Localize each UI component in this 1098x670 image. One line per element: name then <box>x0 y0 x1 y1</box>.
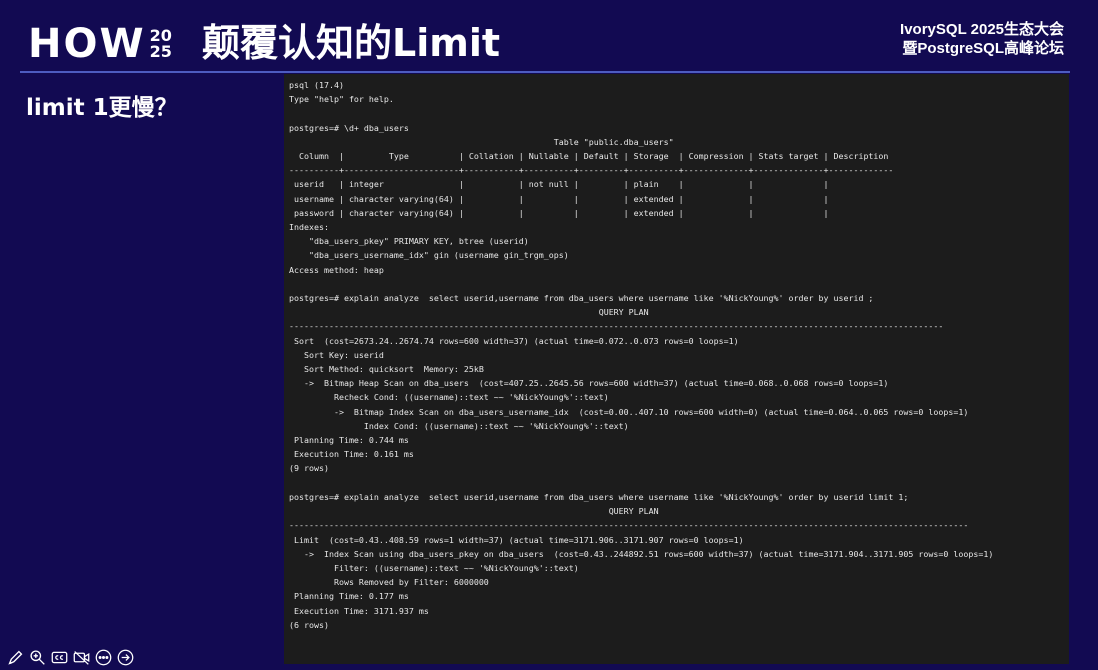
terminal-line: Execution Time: 0.161 ms <box>289 449 414 460</box>
terminal-line: username | character varying(64) | | | |… <box>289 193 829 204</box>
logo: HOW 20 25 <box>28 24 172 64</box>
terminal-line: ----------+-----------------------+-----… <box>289 165 894 176</box>
header-divider <box>20 71 1070 73</box>
terminal-line: psql (17.4) <box>289 80 344 90</box>
terminal-line: (6 rows) <box>289 619 329 630</box>
terminal-line: password | character varying(64) | | | |… <box>289 207 829 218</box>
video-icon[interactable] <box>72 648 90 666</box>
event-name-line2: 暨PostgreSQL高峰论坛 <box>902 40 1064 57</box>
next-icon[interactable] <box>116 648 134 666</box>
terminal-line: Planning Time: 0.177 ms <box>289 591 409 602</box>
logo-year: 20 25 <box>150 28 172 60</box>
terminal-line: QUERY PLAN <box>289 307 649 318</box>
terminal-line: Type "help" for help. <box>289 94 394 105</box>
terminal-line: -> Bitmap Index Scan on dba_users_userna… <box>289 406 969 417</box>
terminal-line: Rows Removed by Filter: 6000000 <box>289 577 489 588</box>
terminal-line: "dba_users_username_idx" gin (username g… <box>289 250 569 261</box>
pen-icon[interactable] <box>6 648 24 666</box>
zoom-icon[interactable] <box>28 648 46 666</box>
terminal-line: Planning Time: 0.744 ms <box>289 435 409 446</box>
terminal-line: ----------------------------------------… <box>289 520 969 531</box>
terminal-line: Access method: heap <box>289 264 384 275</box>
more-icon[interactable] <box>94 648 112 666</box>
terminal-line: (9 rows) <box>289 463 329 474</box>
event-name-line1: IvorySQL 2025生态大会 <box>900 21 1064 38</box>
slide-question: limit 1更慢？ <box>26 95 178 121</box>
terminal-line: Sort (cost=2673.24..2674.74 rows=600 wid… <box>289 335 739 346</box>
terminal-line: Sort Key: userid <box>289 349 384 360</box>
terminal-line: postgres=# explain analyze select userid… <box>289 491 909 502</box>
captions-icon[interactable] <box>50 648 68 666</box>
terminal-line: Recheck Cond: ((username)::text ~~ '%Nic… <box>289 392 609 403</box>
terminal-line: ----------------------------------------… <box>289 321 944 332</box>
terminal-line: Table "public.dba_users" <box>289 136 674 147</box>
terminal-line: Filter: ((username)::text ~~ '%NickYoung… <box>289 562 579 573</box>
presentation-toolbar <box>6 648 134 666</box>
terminal-line: postgres=# <box>289 660 1069 664</box>
terminal-line: Execution Time: 3171.937 ms <box>289 605 429 616</box>
terminal-line: userid | integer | | not null | | plain … <box>289 179 829 190</box>
logo-year-bottom: 25 <box>149 42 172 61</box>
terminal-line: Index Cond: ((username)::text ~~ '%NickY… <box>289 420 629 431</box>
terminal-line: -> Index Scan using dba_users_pkey on db… <box>289 548 994 559</box>
terminal-screenshot: psql (17.4) Type "help" for help. postgre… <box>284 74 1069 664</box>
terminal-line: Sort Method: quicksort Memory: 25kB <box>289 364 484 375</box>
page-title: 颠覆认知的Limit <box>202 21 501 65</box>
terminal-line: Column | Type | Collation | Nullable | D… <box>289 151 889 162</box>
terminal-line: Limit (cost=0.43..408.59 rows=1 width=37… <box>289 534 744 545</box>
event-name: IvorySQL 2025生态大会 暨PostgreSQL高峰论坛 <box>900 20 1064 58</box>
terminal-line: QUERY PLAN <box>289 506 659 517</box>
terminal-line: -> Bitmap Heap Scan on dba_users (cost=4… <box>289 378 889 389</box>
terminal-line: postgres=# explain analyze select userid… <box>289 293 874 304</box>
logo-brand: HOW <box>28 21 146 67</box>
terminal-line: Indexes: <box>289 222 329 233</box>
terminal-line: postgres=# \d+ dba_users <box>289 122 409 133</box>
terminal-line: "dba_users_pkey" PRIMARY KEY, btree (use… <box>289 236 529 247</box>
terminal-output: psql (17.4) Type "help" for help. postgre… <box>284 74 1069 664</box>
